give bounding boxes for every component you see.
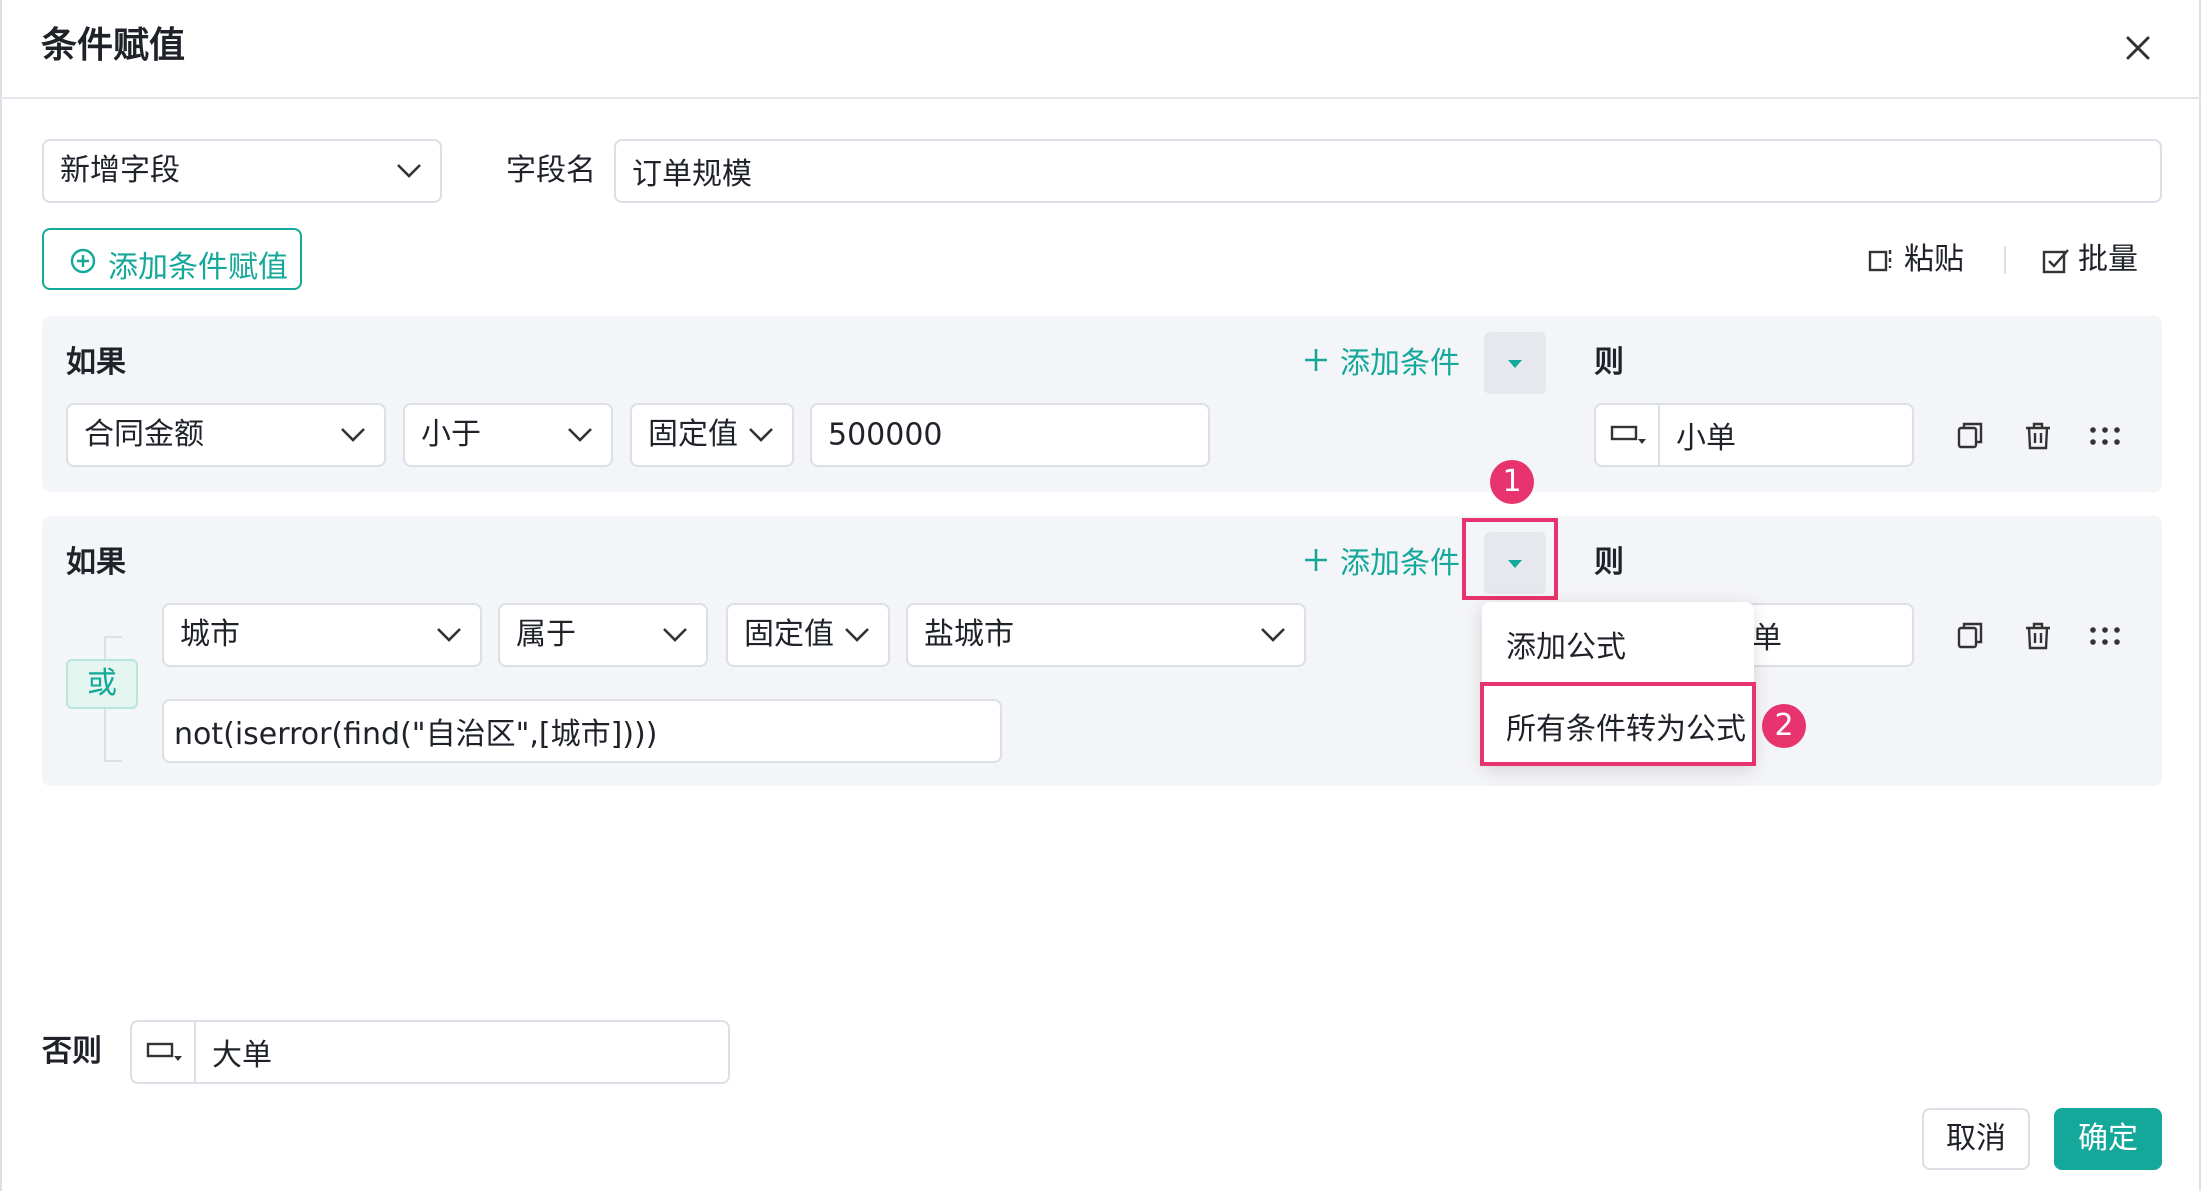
copy-icon[interactable] — [1954, 620, 1986, 652]
trash-icon[interactable] — [2022, 420, 2054, 452]
dialog-title: 条件赋值 — [41, 25, 186, 66]
plus-icon[interactable] — [1302, 346, 1330, 374]
field-mode-value: 新增字段 — [60, 153, 180, 188]
chevron-down-icon — [341, 428, 365, 442]
else-value: 大单 — [212, 1038, 272, 1073]
else-value-input[interactable]: 大单 — [130, 1020, 730, 1084]
caret-down-icon — [1508, 360, 1522, 368]
rule1-value-type-select[interactable]: 固定值 — [630, 403, 794, 467]
confirm-button[interactable]: 确定 — [2054, 1108, 2162, 1170]
trash-icon[interactable] — [2022, 620, 2054, 652]
field-name-input[interactable]: 订单规模 — [614, 139, 2162, 203]
plus-icon[interactable] — [1302, 546, 1330, 574]
paste-icon[interactable] — [1866, 244, 1898, 276]
rule1-add-condition-button[interactable]: 添加条件 — [1340, 344, 1460, 384]
plus-circle-icon — [70, 248, 96, 274]
chevron-down-icon — [749, 428, 773, 442]
highlight-box-1 — [1462, 518, 1558, 600]
header-divider — [0, 97, 2201, 99]
batch-button[interactable]: 批量 — [2078, 240, 2138, 280]
rule1-then-label: 则 — [1594, 345, 1624, 380]
batch-edit-icon[interactable] — [2040, 244, 2072, 276]
rule1-if-label: 如果 — [66, 345, 126, 380]
rule2-operator-value: 属于 — [516, 617, 576, 652]
chevron-down-icon — [1261, 628, 1285, 642]
rule1-value: 500000 — [828, 417, 943, 453]
rule2-value: 盐城市 — [924, 617, 1014, 652]
rule1-operator-value: 小于 — [421, 417, 481, 452]
field-type-icon[interactable] — [132, 1022, 196, 1082]
rule2-field-value: 城市 — [180, 617, 240, 652]
step-marker-2: 2 — [1762, 704, 1806, 748]
rule2-then-label: 则 — [1594, 545, 1624, 580]
copy-icon[interactable] — [1954, 420, 1986, 452]
drag-handle-icon[interactable] — [2088, 620, 2122, 652]
chevron-down-icon — [568, 428, 592, 442]
chevron-down-icon — [845, 628, 869, 642]
rule2-formula-value: not(iserror(find("自治区",[城市]))) — [174, 717, 658, 752]
field-name-label: 字段名 — [506, 153, 596, 188]
toolbar-divider — [2004, 246, 2006, 274]
step-marker-1: 1 — [1490, 460, 1534, 504]
chevron-down-icon — [437, 628, 461, 642]
field-type-icon[interactable] — [1596, 405, 1660, 465]
rule1-field-select[interactable]: 合同金额 — [66, 403, 386, 467]
rule2-value-type-value: 固定值 — [744, 617, 834, 652]
menu-item-add-formula[interactable]: 添加公式 — [1506, 622, 1626, 666]
cancel-button[interactable]: 取消 — [1922, 1108, 2030, 1170]
rule2-value-select[interactable]: 盐城市 — [906, 603, 1306, 667]
field-mode-select[interactable]: 新增字段 — [42, 139, 442, 203]
or-logic-badge[interactable]: 或 — [66, 659, 138, 709]
rule2-operator-select[interactable]: 属于 — [498, 603, 708, 667]
rule1-more-dropdown[interactable] — [1484, 332, 1546, 394]
drag-handle-icon[interactable] — [2088, 420, 2122, 452]
field-name-value: 订单规模 — [632, 157, 752, 192]
highlight-box-2 — [1480, 682, 1756, 766]
rule2-value-type-select[interactable]: 固定值 — [726, 603, 890, 667]
rule2-if-label: 如果 — [66, 545, 126, 580]
rule2-result-value: 单 — [1752, 621, 1782, 656]
add-condition-value-button[interactable]: 添加条件赋值 — [42, 228, 302, 290]
rule1-value-input[interactable]: 500000 — [810, 403, 1210, 467]
rule1-value-type-value: 固定值 — [648, 417, 738, 452]
chevron-down-icon — [663, 628, 687, 642]
add-condition-value-label: 添加条件赋值 — [108, 250, 288, 285]
close-icon[interactable] — [2116, 26, 2160, 70]
paste-button[interactable]: 粘贴 — [1904, 240, 1964, 280]
else-label: 否则 — [42, 1034, 102, 1069]
rule1-operator-select[interactable]: 小于 — [403, 403, 613, 467]
rule1-result-value: 小单 — [1676, 421, 1736, 456]
chevron-down-icon — [397, 164, 421, 178]
rule1-field-value: 合同金额 — [84, 417, 204, 452]
rule2-add-condition-button[interactable]: 添加条件 — [1340, 544, 1460, 584]
rule1-result-input[interactable]: 小单 — [1594, 403, 1914, 467]
rule2-field-select[interactable]: 城市 — [162, 603, 482, 667]
rule2-formula-input[interactable]: not(iserror(find("自治区",[城市]))) — [162, 699, 1002, 763]
